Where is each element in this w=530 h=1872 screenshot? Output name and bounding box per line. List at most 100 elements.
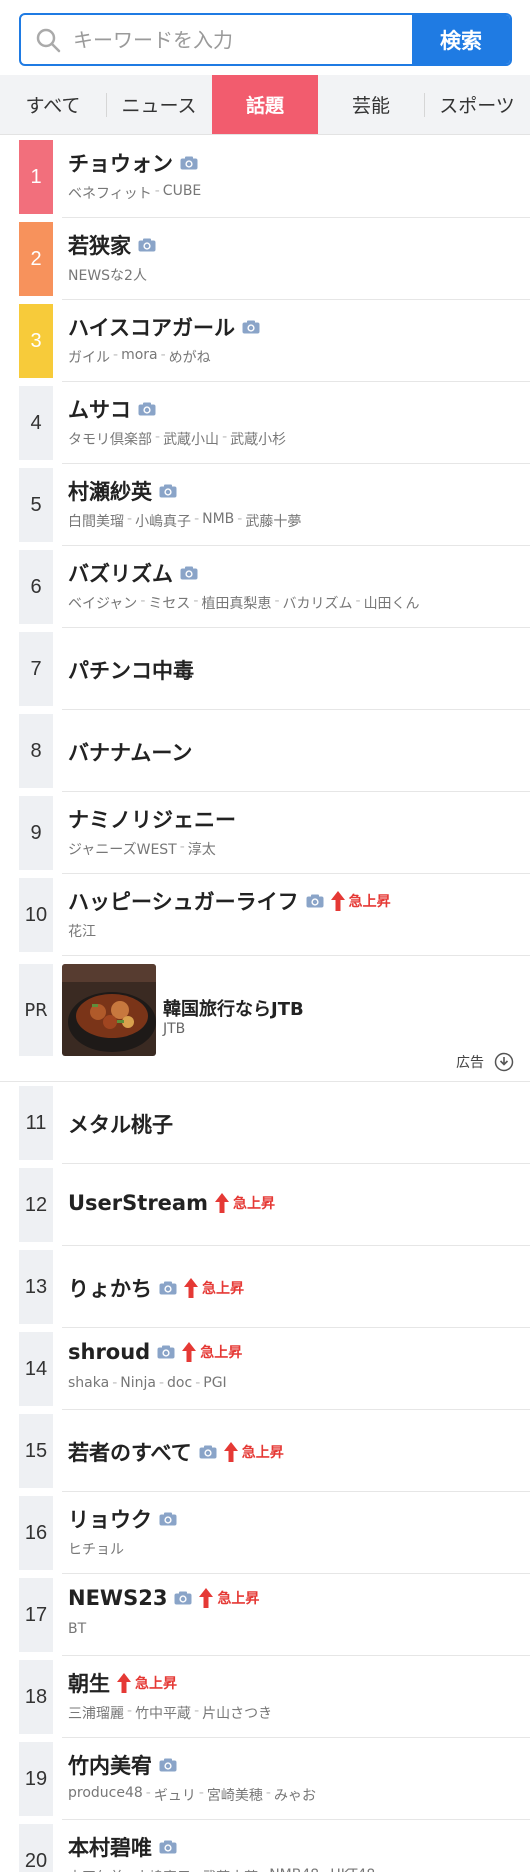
topic-title[interactable]: UserStream — [68, 1191, 208, 1215]
related-keyword[interactable]: タモリ倶楽部 — [68, 429, 152, 449]
related-keyword[interactable]: 武蔵小山 — [163, 429, 219, 449]
ranking-row[interactable]: 10 ハッピーシュガーライフ 急上昇 花江 — [19, 874, 530, 956]
tab-sports[interactable]: スポーツ — [424, 75, 530, 134]
trend-up-arrow-icon — [223, 1442, 238, 1462]
pr-ad-row[interactable]: PR 韓国旅行ならJTB JTB 広告 — [0, 956, 530, 1082]
related-keyword[interactable]: ギュリ — [154, 1785, 196, 1805]
topic-title[interactable]: 村瀬紗英 — [68, 476, 152, 506]
related-keyword[interactable]: shaka — [68, 1375, 109, 1391]
ranking-row[interactable]: 6 バズリズム ベイジャン - ミセス - 植田真梨恵 - バカリズム - 山田くん — [19, 546, 530, 628]
ad-food-image[interactable] — [62, 964, 156, 1056]
topic-title[interactable]: パチンコ中毒 — [68, 655, 194, 685]
ad-notice[interactable]: 広告 — [456, 1052, 514, 1072]
related-keyword[interactable]: 淳太 — [188, 839, 216, 859]
related-keyword[interactable]: 宮崎美穂 — [207, 1785, 263, 1805]
topic-title[interactable]: バナナムーン — [68, 737, 192, 767]
rank-number: 16 — [19, 1496, 53, 1570]
related-keyword[interactable]: mora — [121, 347, 158, 367]
related-keyword[interactable]: ガイル — [68, 347, 110, 367]
related-keyword[interactable]: 片山さつき — [202, 1703, 272, 1723]
ranking-row[interactable]: 14 shroud 急上昇 shaka - Ninja - doc - PGI — [19, 1328, 530, 1410]
ranking-row[interactable]: 7 パチンコ中毒 — [19, 628, 530, 710]
topic-title[interactable]: 竹内美宥 — [68, 1750, 152, 1780]
topic-title[interactable]: メタル桃子 — [68, 1109, 173, 1139]
topic-title[interactable]: ムサコ — [68, 394, 131, 424]
ranking-row[interactable]: 13 りょかち 急上昇 — [19, 1246, 530, 1328]
related-keyword[interactable]: ベイジャン — [68, 593, 137, 613]
related-keyword[interactable]: 小嶋真子 — [135, 511, 191, 531]
topic-title[interactable]: NEWS23 — [68, 1586, 167, 1610]
ranking-row[interactable]: 17 NEWS23 急上昇 BT — [19, 1574, 530, 1656]
ranking-row[interactable]: 12 UserStream 急上昇 — [19, 1164, 530, 1246]
related-keyword[interactable]: 武藤十夢 — [245, 511, 301, 531]
ranking-row[interactable]: 11 メタル桃子 — [19, 1082, 530, 1164]
separator: - — [112, 1375, 118, 1391]
related-keyword[interactable]: HKT48 — [330, 1867, 375, 1872]
tab-entertainment[interactable]: 芸能 — [318, 75, 424, 134]
separator: - — [179, 839, 185, 855]
related-keyword[interactable]: みゃお — [274, 1785, 316, 1805]
related-keyword[interactable]: CUBE — [163, 183, 201, 203]
topic-title[interactable]: バズリズム — [68, 558, 173, 588]
related-keyword[interactable]: 三浦瑠麗 — [68, 1703, 124, 1723]
rank-number: 12 — [19, 1168, 53, 1242]
topic-title[interactable]: 朝生 — [68, 1668, 110, 1698]
related-keyword[interactable]: ジャニーズWEST — [68, 839, 177, 859]
related-keyword[interactable]: Ninja — [120, 1375, 156, 1391]
title-line: チョウォン — [68, 148, 198, 178]
ranking-row[interactable]: 15 若者のすべて 急上昇 — [19, 1410, 530, 1492]
related-keyword[interactable]: NMB — [202, 511, 234, 531]
topic-title[interactable]: リョウク — [68, 1504, 152, 1534]
search-input[interactable] — [73, 27, 412, 52]
related-keyword[interactable]: doc — [167, 1375, 192, 1391]
related-keyword[interactable]: 武蔵小杉 — [230, 429, 286, 449]
related-keyword[interactable]: 白間美瑠 — [68, 511, 124, 531]
related-keywords: ガイル - mora - めがね — [68, 347, 211, 367]
related-keyword[interactable]: NMB48 — [269, 1867, 319, 1872]
related-keyword[interactable]: めがね — [169, 347, 211, 367]
related-keyword[interactable]: BT — [68, 1621, 86, 1637]
related-keyword[interactable]: ミセス — [148, 593, 190, 613]
related-keyword[interactable]: 武藤十夢 — [202, 1867, 258, 1872]
topic-title[interactable]: チョウォン — [68, 148, 173, 178]
topic-title[interactable]: 若者のすべて — [68, 1437, 192, 1467]
related-keyword[interactable]: 本田仁美 — [68, 1867, 124, 1872]
related-keyword[interactable]: 植田真梨恵 — [201, 593, 271, 613]
ranking-row[interactable]: 2 若狭家 NEWSな2人 — [19, 218, 530, 300]
search-button[interactable]: 検索 — [412, 15, 510, 64]
ranking-row[interactable]: 19 竹内美宥 produce48- ギュリ - 宮崎美穂 - みゃお — [19, 1738, 530, 1820]
related-keyword[interactable]: produce48 — [68, 1785, 143, 1805]
tab-all[interactable]: すべて — [0, 75, 106, 134]
ranking-row[interactable]: 1 チョウォン ベネフィット - CUBE — [19, 136, 530, 218]
topic-title[interactable]: 若狭家 — [68, 230, 131, 260]
ranking-row[interactable]: 8 バナナムーン — [19, 710, 530, 792]
ranking-row[interactable]: 20本村碧唯本田仁美-小嶋真子-武藤十夢-NMB48-HKT48 — [19, 1820, 530, 1872]
related-keyword[interactable]: 花江 — [68, 921, 96, 941]
tab-news[interactable]: ニュース — [106, 75, 212, 134]
ad-title[interactable]: 韓国旅行ならJTB — [163, 995, 304, 1021]
related-keyword[interactable]: NEWSな2人 — [68, 265, 147, 285]
topic-title[interactable]: りょかち — [68, 1273, 152, 1303]
related-keyword[interactable]: ヒチョル — [68, 1539, 124, 1559]
topic-title[interactable]: ナミノリジェニー — [68, 804, 236, 834]
related-keyword[interactable]: 竹中平蔵 — [135, 1703, 191, 1723]
related-keyword[interactable]: PGI — [203, 1375, 226, 1391]
topic-title[interactable]: 本村碧唯 — [68, 1832, 152, 1862]
related-keyword[interactable]: 山田くん — [364, 593, 420, 613]
related-keyword[interactable]: 小嶋真子 — [135, 1867, 191, 1872]
ranking-row[interactable]: 16 リョウクヒチョル — [19, 1492, 530, 1574]
trend-up-arrow-icon — [330, 891, 345, 911]
rank-number: 1 — [19, 140, 53, 214]
topic-title[interactable]: ハッピーシュガーライフ — [68, 886, 299, 916]
topic-title[interactable]: ハイスコアガール — [68, 312, 235, 342]
related-keyword[interactable]: バカリズム — [283, 593, 353, 613]
ranking-row[interactable]: 5 村瀬紗英 白間美瑠 - 小嶋真子 - NMB - 武藤十夢 — [19, 464, 530, 546]
topic-title[interactable]: shroud — [68, 1340, 150, 1364]
ad-info-icon[interactable] — [494, 1052, 514, 1072]
ranking-row[interactable]: 4 ムサコ タモリ倶楽部 - 武蔵小山 - 武蔵小杉 — [19, 382, 530, 464]
tab-topics[interactable]: 話題 — [212, 75, 318, 134]
ranking-row[interactable]: 18 朝生 急上昇 三浦瑠麗 - 竹中平蔵 - 片山さつき — [19, 1656, 530, 1738]
ranking-row[interactable]: 9 ナミノリジェニー ジャニーズWEST - 淳太 — [19, 792, 530, 874]
related-keyword[interactable]: ベネフィット — [68, 183, 152, 203]
ranking-row[interactable]: 3 ハイスコアガール ガイル - mora - めがね — [19, 300, 530, 382]
